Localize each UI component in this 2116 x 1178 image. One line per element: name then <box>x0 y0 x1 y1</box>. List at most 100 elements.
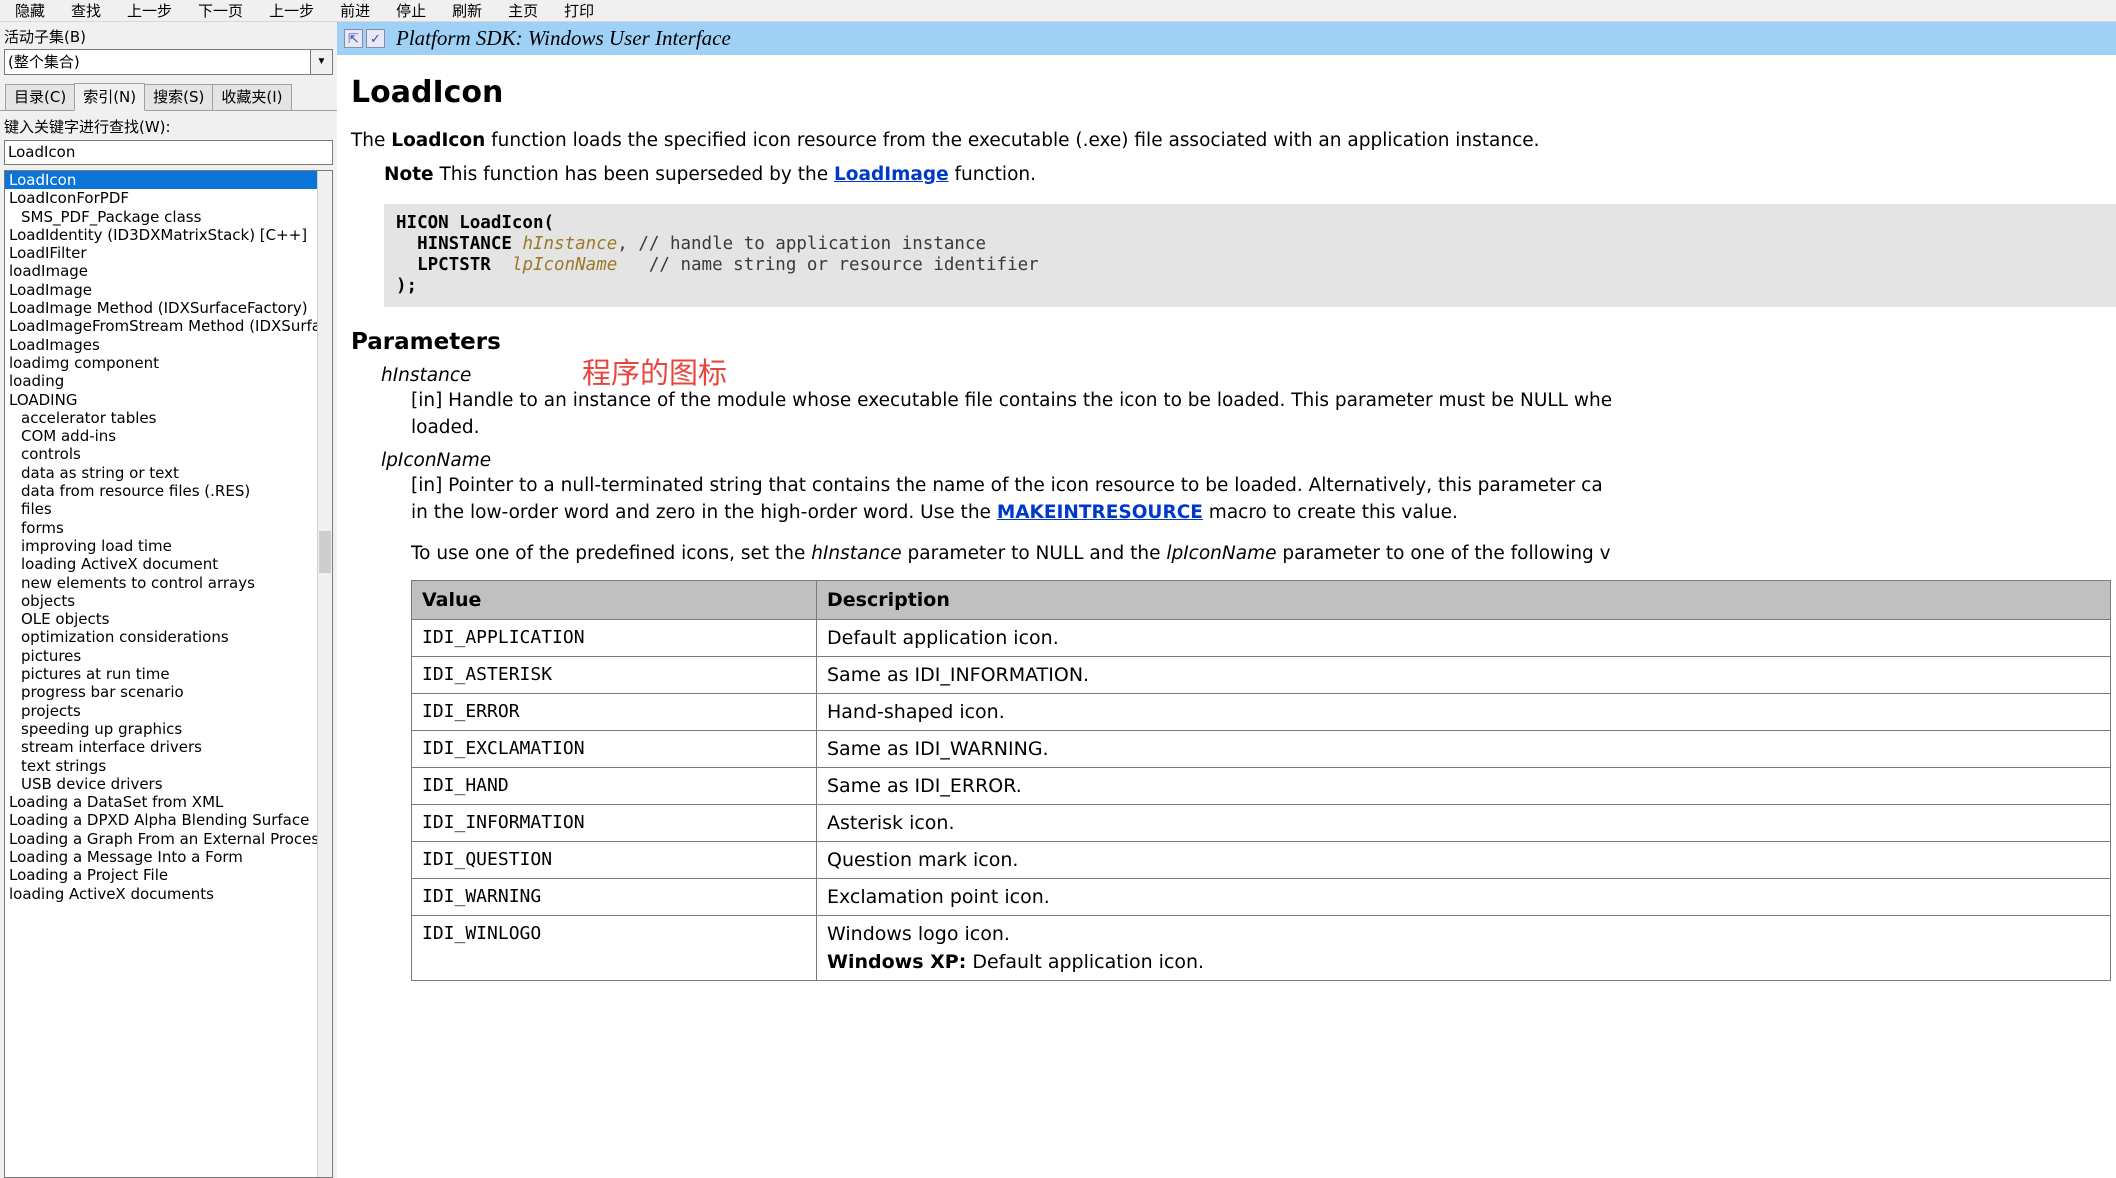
table-cell-description: Question mark icon. <box>816 841 2111 879</box>
index-list-item[interactable]: new elements to control arrays <box>5 574 317 592</box>
index-list-item[interactable]: data as string or text <box>5 464 317 482</box>
tab-contents[interactable]: 目录(C) <box>5 84 76 110</box>
code-line1: HICON LoadIcon( <box>396 213 555 233</box>
table-cell-description: Same as IDI_ERROR. <box>816 767 2111 805</box>
index-list-item[interactable]: pictures <box>5 647 317 665</box>
index-list-item[interactable]: USB device drivers <box>5 775 317 793</box>
table-cell-description: Default application icon. <box>816 619 2111 657</box>
index-list-item[interactable]: LoadImage Method (IDXSurfaceFactory) <box>5 299 317 317</box>
table-row: IDI_WARNING Exclamation point icon. <box>411 878 2111 916</box>
table-row: IDI_EXCLAMATION Same as IDI_WARNING. <box>411 730 2111 768</box>
index-list-item[interactable]: objects <box>5 592 317 610</box>
keyword-search-input[interactable]: LoadIcon <box>4 140 333 165</box>
index-list-item[interactable]: loadimg component <box>5 354 317 372</box>
code-line2-comment: , // handle to application instance <box>617 234 987 254</box>
toolbar-button-forward[interactable]: 前进 <box>327 1 383 21</box>
note-label: Note <box>384 164 434 185</box>
intro-paragraph: The LoadIcon function loads the specifie… <box>351 128 2116 154</box>
code-line3-var: lpIconName <box>511 255 618 275</box>
toolbar-button-next-page[interactable]: 下一页 <box>185 1 256 21</box>
index-list-item[interactable]: optimization considerations <box>5 628 317 646</box>
table-cell-value: IDI_APPLICATION <box>411 619 817 657</box>
param-desc-lpiconname-line1: [in] Pointer to a null-terminated string… <box>411 475 1603 496</box>
index-list-item[interactable]: projects <box>5 702 317 720</box>
chevron-down-icon[interactable]: ▼ <box>310 49 333 75</box>
index-list[interactable]: LoadIcon LoadIconForPDF SMS_PDF_Package cl… <box>5 171 317 1177</box>
index-list-item[interactable]: speeding up graphics <box>5 720 317 738</box>
index-list-item[interactable]: OLE objects <box>5 610 317 628</box>
index-list-item[interactable]: progress bar scenario <box>5 683 317 701</box>
loadimage-link[interactable]: LoadImage <box>834 164 949 185</box>
toolbar-button-locate[interactable]: 查找 <box>58 1 114 21</box>
code-line3-type: LPCTSTR <box>396 255 512 275</box>
index-list-item[interactable]: LoadImage <box>5 281 317 299</box>
index-list-item[interactable]: loading <box>5 372 317 390</box>
index-list-item[interactable]: Loading a Project File <box>5 866 317 884</box>
index-list-item[interactable]: LOADING <box>5 391 317 409</box>
toolbar-button-stop[interactable]: 停止 <box>383 1 439 21</box>
active-subset-combobox[interactable]: (整个集合) <box>4 49 310 75</box>
red-annotation-text: 程序的图标 <box>582 356 728 390</box>
table-cell-extra-text: Default application icon. <box>966 951 1205 973</box>
param-name-lpiconname: lpIconName <box>381 450 492 471</box>
tab-search[interactable]: 搜索(S) <box>144 84 214 110</box>
table-row: IDI_ASTERISK Same as IDI_INFORMATION. <box>411 656 2111 694</box>
chevron-down-glyph: ▼ <box>316 56 327 67</box>
table-cell-value: IDI_EXCLAMATION <box>411 730 817 768</box>
toolbar-button-prev-step[interactable]: 上一步 <box>256 1 327 21</box>
index-list-item[interactable]: LoadImages <box>5 336 317 354</box>
table-cell-description: Windows logo icon. Windows XP: Default ap… <box>816 915 2111 981</box>
index-list-item[interactable]: loading ActiveX document <box>5 555 317 573</box>
toolbar-button-refresh[interactable]: 刷新 <box>439 1 495 21</box>
lpiconname-line2-pre: in the low-order word and zero in the hi… <box>411 502 997 523</box>
index-list-item[interactable]: LoadIFilter <box>5 244 317 262</box>
index-list-item[interactable]: stream interface drivers <box>5 738 317 756</box>
index-list-item[interactable]: pictures at run time <box>5 665 317 683</box>
active-subset-row: (整个集合) ▼ <box>0 49 337 75</box>
index-list-item[interactable]: LoadImageFromStream Method (IDXSurfaceFa <box>5 317 317 335</box>
index-list-item[interactable]: controls <box>5 445 317 463</box>
index-list-item[interactable]: loading ActiveX documents <box>5 885 317 903</box>
index-list-scrollbar[interactable] <box>317 171 332 1177</box>
table-row: IDI_HAND Same as IDI_ERROR. <box>411 767 2111 805</box>
toolbar-button-print[interactable]: 打印 <box>551 1 607 21</box>
table-cell-value: IDI_ASTERISK <box>411 656 817 694</box>
index-list-item[interactable]: SMS_PDF_Package class <box>5 208 317 226</box>
expand-icon[interactable]: ⇱ <box>344 29 363 48</box>
index-list-scrollbar-thumb[interactable] <box>319 531 331 573</box>
makeintresource-link[interactable]: MAKEINTRESOURCE <box>997 502 1203 523</box>
table-cell-description-text: Asterisk icon. <box>827 812 955 834</box>
document-content: LoadIcon The LoadIcon function loads the… <box>337 55 2116 1178</box>
index-list-item[interactable]: Loading a Graph From an External Process <box>5 830 317 848</box>
toolbar-button-back[interactable]: 上一步 <box>114 1 185 21</box>
tab-favorites[interactable]: 收藏夹(I) <box>212 84 292 110</box>
index-list-item[interactable]: data from resource files (.RES) <box>5 482 317 500</box>
param-desc-lpiconname-line2: in the low-order word and zero in the hi… <box>351 500 2116 525</box>
main-toolbar: 隐藏 查找 上一步 下一页 上一步 前进 停止 刷新 主页 打印 <box>0 0 2116 22</box>
toolbar-button-hide[interactable]: 隐藏 <box>2 1 58 21</box>
index-list-item[interactable]: Loading a Message Into a Form <box>5 848 317 866</box>
index-list-item[interactable]: text strings <box>5 757 317 775</box>
index-list-item[interactable]: forms <box>5 519 317 537</box>
index-list-item[interactable]: files <box>5 500 317 518</box>
tab-index[interactable]: 索引(N) <box>74 83 146 111</box>
intro-pre: The <box>351 130 392 151</box>
body-split: 活动子集(B) (整个集合) ▼ 目录(C) 索引(N) 搜索(S) 收藏夹(I) 键… <box>0 22 2116 1178</box>
index-list-item[interactable]: Loading a DataSet from XML <box>5 793 317 811</box>
table-cell-value: IDI_INFORMATION <box>411 804 817 842</box>
toolbar-button-home[interactable]: 主页 <box>495 1 551 21</box>
index-list-item[interactable]: loadImage <box>5 262 317 280</box>
index-list-item[interactable]: LoadIconForPDF <box>5 189 317 207</box>
index-list-container: LoadIcon LoadIconForPDF SMS_PDF_Package cl… <box>4 170 333 1178</box>
index-list-item[interactable]: LoadIdentity (ID3DXMatrixStack) [C++] <box>5 226 317 244</box>
table-cell-description: Exclamation point icon. <box>816 878 2111 916</box>
intro-post: function loads the specified icon resour… <box>485 130 1540 151</box>
index-list-item[interactable]: accelerator tables <box>5 409 317 427</box>
index-list-item[interactable]: COM add-ins <box>5 427 317 445</box>
index-list-item[interactable]: LoadIcon <box>5 171 317 190</box>
index-list-item[interactable]: Loading a DPXD Alpha Blending Surface <box>5 811 317 829</box>
table-cell-value: IDI_WARNING <box>411 878 817 916</box>
checkmark-icon[interactable]: ✓ <box>366 29 385 48</box>
table-cell-description-text: Windows logo icon. <box>827 923 1010 945</box>
index-list-item[interactable]: improving load time <box>5 537 317 555</box>
